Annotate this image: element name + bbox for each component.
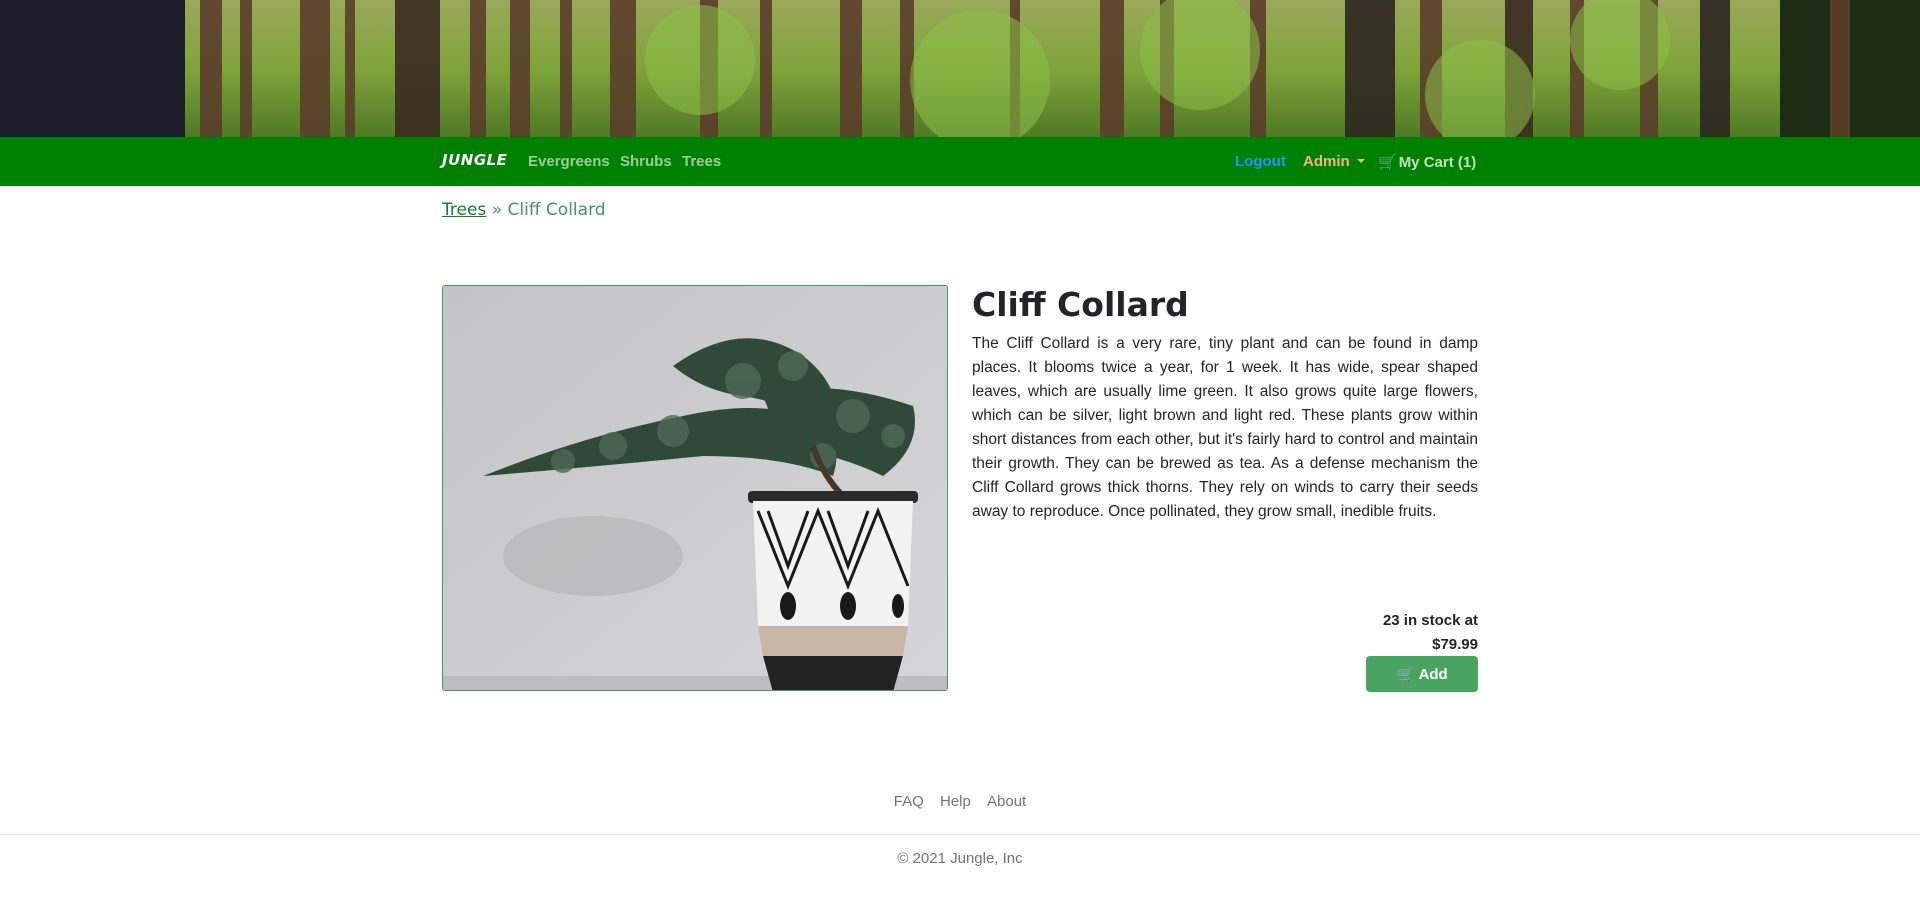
forest-scene-graphic <box>0 0 1920 137</box>
breadcrumb-link-trees[interactable]: Trees <box>442 200 486 220</box>
brand-logo[interactable]: JUNGLE <box>442 151 507 169</box>
product-title: Cliff Collard <box>972 285 1189 324</box>
logout-link[interactable]: Logout <box>1235 153 1286 170</box>
footer-divider <box>0 834 1920 835</box>
stock-and-price: 23 in stock at $79.99 <box>1383 609 1478 657</box>
product-image <box>442 285 948 691</box>
cart-icon: 🛒 <box>1378 154 1397 171</box>
admin-label: Admin <box>1303 153 1350 170</box>
footer-link-faq[interactable]: FAQ <box>894 793 924 810</box>
admin-dropdown[interactable]: Admin <box>1303 153 1365 170</box>
nav-link-shrubs[interactable]: Shrubs <box>620 153 672 170</box>
footer-links: FAQ Help About <box>0 793 1920 810</box>
stock-text: 23 in stock at <box>1382 612 1478 629</box>
my-cart-link[interactable]: 🛒 My Cart (1) <box>1378 153 1476 171</box>
product-description: The Cliff Collard is a very rare, tiny p… <box>972 335 1478 520</box>
copyright-text: © 2021 Jungle, Inc <box>897 850 1023 867</box>
add-to-cart-button[interactable]: 🛒 Add <box>1366 656 1478 692</box>
breadcrumb: Trees » Cliff Collard <box>442 200 606 220</box>
footer-link-about[interactable]: About <box>987 793 1026 810</box>
forest-banner-image <box>0 0 1920 137</box>
add-button-label: Add <box>1418 666 1448 683</box>
potted-bonsai-photo <box>443 286 947 690</box>
nav-link-evergreens[interactable]: Evergreens <box>528 153 610 170</box>
nav-link-trees[interactable]: Trees <box>682 153 721 170</box>
price: $79.99 <box>1432 636 1478 653</box>
cart-icon: 🛒 <box>1396 666 1415 683</box>
cart-label: My Cart (1) <box>1398 154 1477 171</box>
chevron-down-icon <box>1356 159 1365 163</box>
breadcrumb-separator: » <box>491 200 503 220</box>
footer-link-help[interactable]: Help <box>940 793 971 810</box>
breadcrumb-current: Cliff Collard <box>507 200 606 220</box>
top-navbar: JUNGLE Evergreens Shrubs Trees Logout Ad… <box>0 137 1920 186</box>
